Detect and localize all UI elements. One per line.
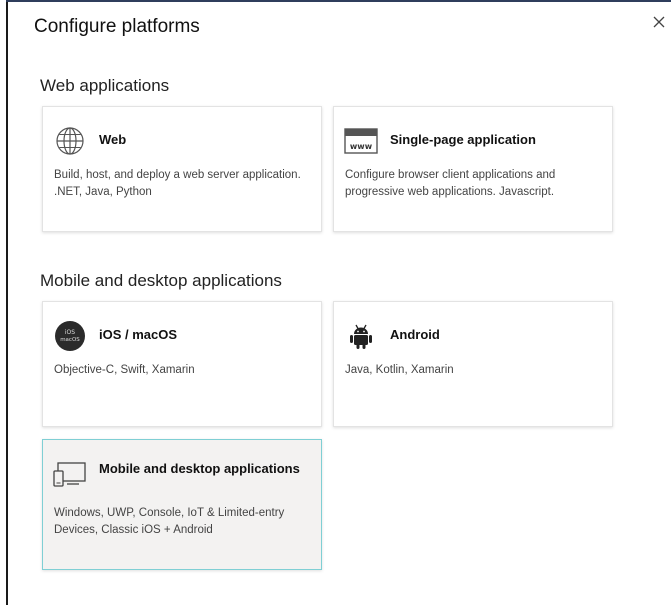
close-button[interactable]	[651, 14, 667, 30]
svg-text:www: www	[350, 142, 373, 151]
platform-card-description: Build, host, and deploy a web server app…	[54, 169, 301, 198]
android-icon	[344, 320, 378, 352]
desktop-mobile-icon	[53, 458, 87, 490]
close-icon	[653, 16, 665, 28]
dialog-title: Configure platforms	[34, 16, 200, 37]
platform-card-single-page-application[interactable]: www Single-page application Configure br…	[333, 106, 613, 232]
section-heading-mobile-desktop: Mobile and desktop applications	[40, 271, 282, 290]
platform-card-name: Mobile and desktop applications	[99, 461, 300, 476]
platform-card-mobile-and-desktop-applications[interactable]: Mobile and desktop applications Windows,…	[42, 439, 322, 570]
platform-card-description: Java, Kotlin, Xamarin	[345, 364, 454, 376]
platform-card-name: Single-page application	[390, 132, 536, 147]
platform-card-name: iOS / macOS	[99, 327, 178, 342]
www-icon: www	[344, 125, 378, 157]
platform-card-android[interactable]: Android Java, Kotlin, Xamarin	[333, 301, 613, 427]
platform-card-name: Android	[390, 327, 440, 342]
globe-icon	[53, 125, 87, 157]
platform-card-description: Objective-C, Swift, Xamarin	[54, 364, 195, 376]
platform-card-description: Configure browser client applications an…	[345, 169, 556, 198]
apple-ios-icon: iOS macOS	[53, 320, 87, 352]
section-heading-web: Web applications	[40, 76, 170, 95]
platform-card-name: Web	[99, 132, 127, 147]
svg-text:macOS: macOS	[60, 337, 80, 343]
platform-card-description: Windows, UWP, Console, IoT & Limited-ent…	[54, 507, 285, 536]
dialog-top-border	[6, 0, 671, 2]
svg-text:iOS: iOS	[65, 329, 75, 336]
platform-card-web[interactable]: Web Build, host, and deploy a web server…	[42, 106, 322, 232]
platform-card-ios-macos[interactable]: iOS macOS iOS / macOS Objective-C, Swift…	[42, 301, 322, 427]
